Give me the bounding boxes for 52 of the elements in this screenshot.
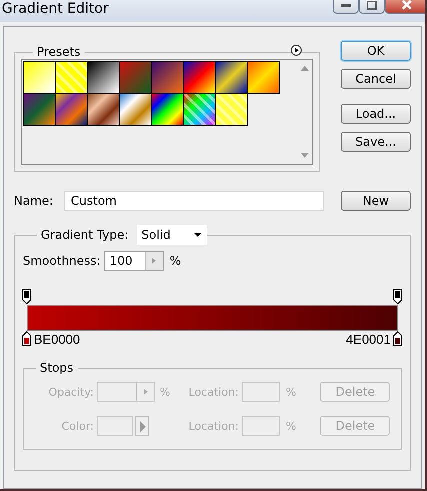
color-label: Color:	[60, 420, 94, 432]
gradient-swatch[interactable]	[55, 61, 88, 94]
color-stop-icon[interactable]	[22, 331, 32, 347]
gradient-swatch[interactable]	[183, 93, 216, 126]
gradient-swatch[interactable]	[23, 61, 56, 94]
ok-button[interactable]: OK	[341, 41, 411, 61]
arrow-icon	[152, 258, 156, 264]
color-stop-icon[interactable]	[393, 331, 403, 347]
stop-color-value: BE0000	[34, 332, 80, 346]
gradient-swatch[interactable]	[215, 93, 248, 126]
location-label: Location:	[188, 420, 239, 432]
percent-label: %	[285, 386, 296, 398]
percent-label: %	[285, 420, 296, 432]
close-button[interactable]	[385, 0, 425, 14]
gradient-swatch[interactable]	[87, 93, 120, 126]
opacity-stop-icon[interactable]	[393, 289, 403, 305]
gradient-swatch[interactable]	[119, 61, 152, 94]
gradient-swatch[interactable]	[151, 61, 184, 94]
smoothness-field[interactable]: 100	[104, 251, 164, 271]
percent-label: %	[170, 254, 182, 268]
location-label: Location:	[188, 386, 239, 398]
gradient-swatch[interactable]	[119, 93, 152, 126]
caret-icon	[194, 233, 202, 237]
minimize-button[interactable]	[333, 0, 359, 14]
maximize-icon	[367, 0, 377, 10]
close-icon	[402, 0, 412, 10]
maximize-button[interactable]	[359, 0, 385, 14]
gradient-swatch[interactable]	[247, 61, 280, 94]
stops-label: Stops	[39, 361, 75, 375]
name-field[interactable]: Custom	[64, 191, 324, 211]
stop-color-value: 4E0001	[346, 332, 391, 346]
save-button[interactable]: Save...	[341, 132, 411, 152]
window-title: Gradient Editor	[2, 0, 109, 17]
gradient-swatch[interactable]	[55, 93, 88, 126]
name-label: Name:	[14, 194, 54, 208]
gradient-type-dropdown[interactable]: Solid	[136, 225, 207, 245]
new-button[interactable]: New	[341, 191, 411, 211]
gradient-swatch[interactable]	[87, 61, 120, 94]
gradient-swatch[interactable]	[23, 93, 56, 126]
smoothness-label: Smoothness:	[23, 254, 101, 268]
percent-label: %	[159, 386, 172, 398]
opacity-stop-icon[interactable]	[22, 289, 32, 305]
arrow-icon	[144, 389, 148, 395]
gradient-swatch[interactable]	[151, 93, 184, 126]
opacity-label: Opacity:	[48, 386, 94, 398]
gradient-swatch[interactable]	[183, 61, 216, 94]
gradient-type-label: Gradient Type:	[40, 228, 130, 242]
cancel-button[interactable]: Cancel	[341, 69, 411, 89]
presets-label: Presets	[36, 45, 82, 59]
load-button[interactable]: Load...	[341, 104, 411, 124]
gradient-swatch[interactable]	[215, 61, 248, 94]
minimize-icon	[341, 4, 351, 6]
